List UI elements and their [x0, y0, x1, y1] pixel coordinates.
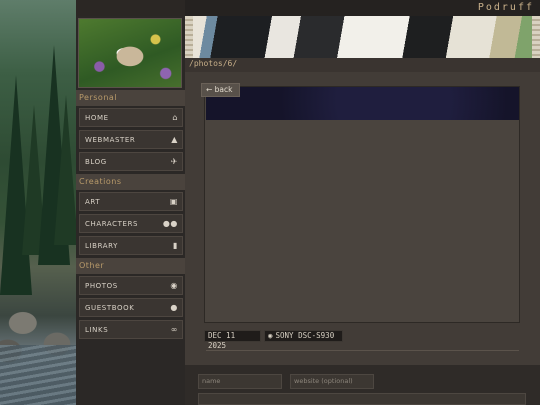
- sidebar-item-label: CHARACTERS: [85, 219, 139, 228]
- camera-icon: ◉: [268, 331, 273, 340]
- sidebar-item-webmaster[interactable]: WEBMASTER ▲: [79, 130, 183, 149]
- sidebar-item-blog[interactable]: BLOG ✈: [79, 152, 183, 171]
- sidebar-item-library[interactable]: LIBRARY ▮: [79, 236, 183, 255]
- divider: [206, 350, 519, 351]
- users-icon: ●●: [162, 219, 178, 228]
- breadcrumb: [185, 58, 540, 72]
- sidebar-item-home[interactable]: HOME ⌂: [79, 108, 183, 127]
- photo-date: DEC 11 2025: [204, 330, 261, 350]
- website-field[interactable]: website (optional): [290, 374, 374, 389]
- section-header-personal: Personal: [76, 90, 185, 106]
- home-icon: ⌂: [172, 113, 178, 122]
- section-header-creations: Creations: [76, 174, 185, 190]
- chat-icon: ●: [170, 303, 178, 312]
- sidebar-item-label: ART: [85, 197, 101, 206]
- breadcrumb-path: /photos/6/: [189, 59, 238, 68]
- sidebar-item-label: WEBMASTER: [85, 135, 136, 144]
- site-title: Podruff: [477, 2, 534, 13]
- image-icon: ▣: [169, 197, 178, 206]
- photo-frame: [204, 86, 520, 323]
- sidebar-item-label: HOME: [85, 113, 109, 122]
- book-icon: ▮: [172, 241, 178, 250]
- top-bar: Podruff: [185, 0, 540, 16]
- photo-camera: ◉ SONY DSC-S930: [264, 330, 343, 342]
- paperclip-icon: ∞: [170, 325, 178, 334]
- background-photo: [0, 0, 76, 405]
- sidebar-item-guestbook[interactable]: GUESTBOOK ●: [79, 298, 183, 317]
- photo-image[interactable]: [206, 87, 519, 120]
- camera-model: SONY DSC-S930: [275, 331, 335, 340]
- name-field[interactable]: name: [198, 374, 282, 389]
- sidebar-item-art[interactable]: ART ▣: [79, 192, 183, 211]
- sidebar-item-label: PHOTOS: [85, 281, 118, 290]
- camera-icon: ◉: [170, 281, 178, 290]
- sidebar-item-label: LINKS: [85, 325, 109, 334]
- sidebar-item-photos[interactable]: PHOTOS ◉: [79, 276, 183, 295]
- bell-icon: ▲: [171, 135, 178, 144]
- avatar: [78, 18, 182, 88]
- plane-icon: ✈: [170, 157, 178, 166]
- sidebar-item-characters[interactable]: CHARACTERS ●●: [79, 214, 183, 233]
- sidebar-item-label: BLOG: [85, 157, 107, 166]
- section-header-other: Other: [76, 258, 185, 274]
- sidebar-item-label: GUESTBOOK: [85, 303, 135, 312]
- header-banner: [185, 16, 540, 58]
- sidebar-item-links[interactable]: LINKS ∞: [79, 320, 183, 339]
- back-button[interactable]: ← back: [201, 83, 240, 97]
- sidebar-item-label: LIBRARY: [85, 241, 119, 250]
- comment-textarea[interactable]: [198, 393, 526, 405]
- sidebar: Personal HOME ⌂ WEBMASTER ▲ BLOG ✈ Creat…: [76, 16, 185, 405]
